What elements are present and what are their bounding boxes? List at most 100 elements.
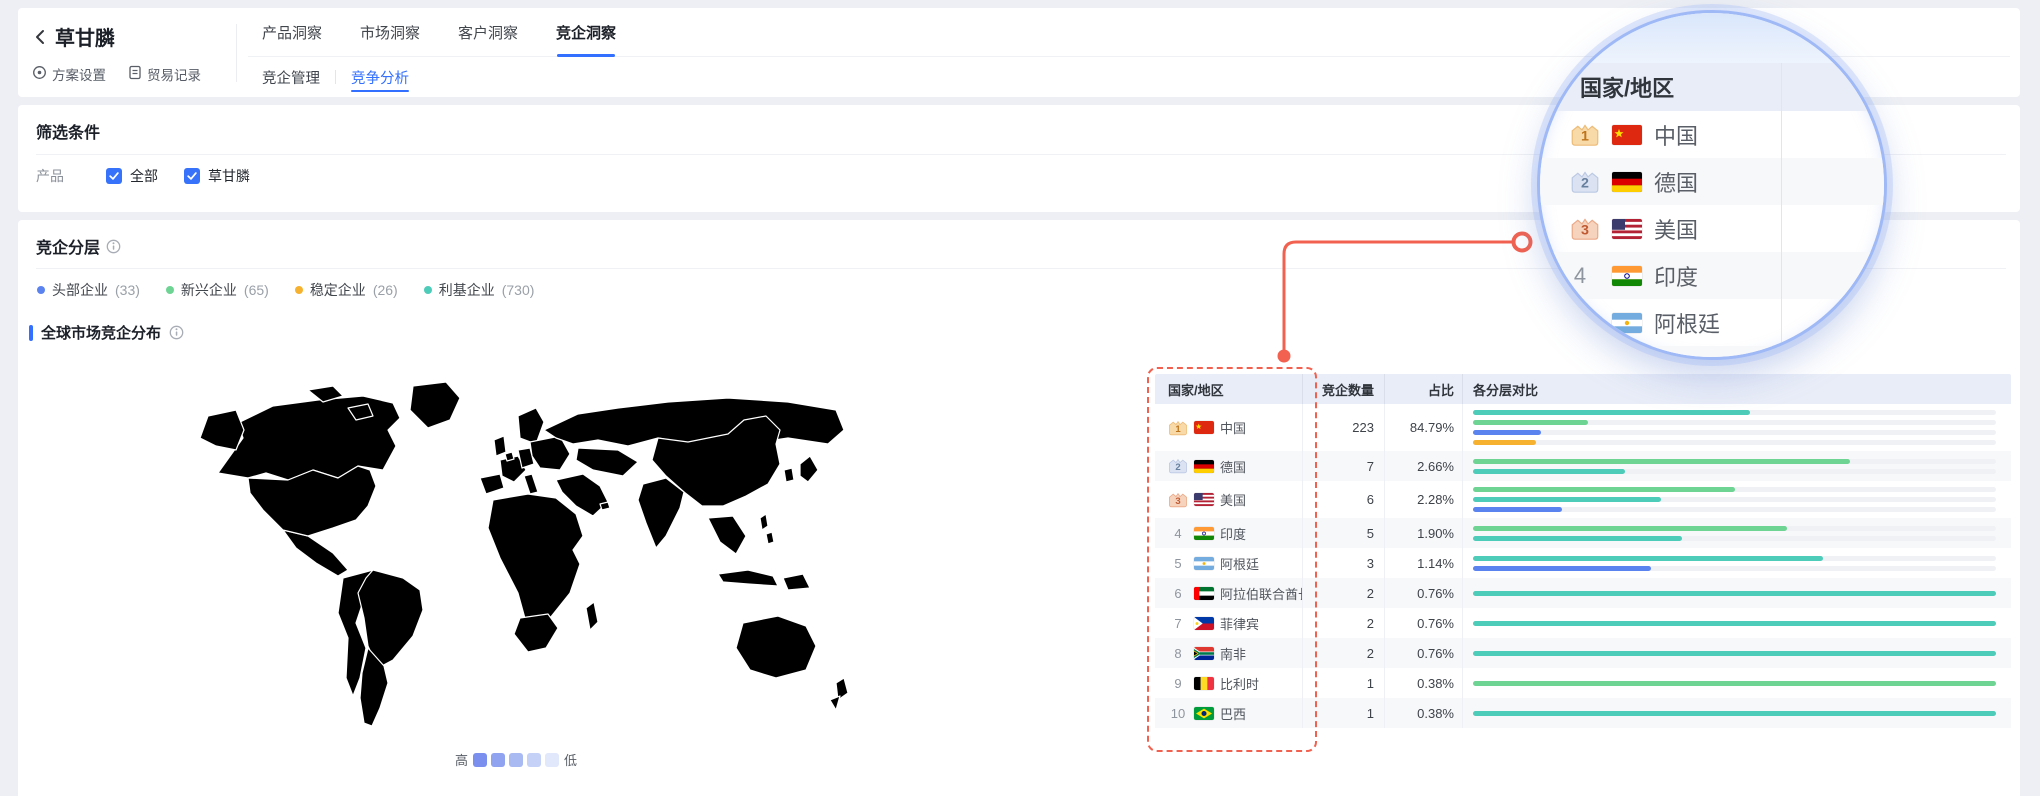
tier-bar-green xyxy=(1473,526,1787,531)
tier-bars xyxy=(1473,675,2011,692)
magnifier-rank: 3 xyxy=(1570,217,1608,241)
tier-legend-item: 利基企业 (730) xyxy=(424,280,535,300)
magnifier-rank: 4 xyxy=(1570,263,1608,289)
table-row[interactable]: 5阿根廷31.14% xyxy=(1155,548,2011,578)
tab-2[interactable]: 客户洞察 xyxy=(458,8,518,56)
rank-number: 4 xyxy=(1168,526,1188,541)
svg-text:3: 3 xyxy=(1581,222,1589,238)
flag-icon-ar xyxy=(1194,557,1214,570)
flag-icon-de xyxy=(1612,172,1642,192)
table-row[interactable]: 7菲律宾20.76% xyxy=(1155,608,2011,638)
tier-bar-green xyxy=(1473,487,1735,492)
magnifier-row: 3 美国 xyxy=(1540,205,1884,252)
svg-text:2: 2 xyxy=(1581,175,1589,191)
magnifier-row: 1中国 xyxy=(1540,111,1884,158)
cell-bars xyxy=(1463,638,2011,668)
tier-legend-label: 头部企业 xyxy=(52,280,108,300)
flag-icon-cn xyxy=(1194,421,1214,434)
table-row[interactable]: 3美国62.28% xyxy=(1155,481,2011,518)
action-target[interactable]: 方案设置 xyxy=(32,64,106,84)
tier-legend-label: 稳定企业 xyxy=(310,280,366,300)
cell-country: 6阿拉伯联合酋长 xyxy=(1155,578,1303,608)
tier-bars xyxy=(1473,705,2011,722)
bar-track xyxy=(1473,536,1996,541)
tier-bars xyxy=(1473,453,2011,480)
checkbox-checked-icon[interactable] xyxy=(106,168,122,184)
subtab-0[interactable]: 竞企管理 xyxy=(262,57,320,97)
bar-track xyxy=(1473,526,1996,531)
subtab-1[interactable]: 竞争分析 xyxy=(351,57,409,97)
legend-dot-icon xyxy=(295,286,303,294)
flag-icon-ph xyxy=(1194,617,1214,630)
checkbox-option-1[interactable]: 草甘膦 xyxy=(184,166,250,186)
cell-count: 223 xyxy=(1303,404,1385,451)
table-row[interactable]: 2德国72.66% xyxy=(1155,451,2011,481)
map-country-philippines xyxy=(760,514,768,530)
magnifier-country-name: 阿根廷 xyxy=(1654,307,1720,339)
back-button[interactable] xyxy=(32,28,48,46)
distribution-section-title: 全球市场竞企分布 xyxy=(29,322,184,343)
rank-number: 5 xyxy=(1168,556,1188,571)
tier-legend-item: 新兴企业(65) xyxy=(166,280,269,300)
legend-dot-icon xyxy=(166,286,174,294)
map-legend-swatch xyxy=(491,753,505,767)
action-clipboard[interactable]: 贸易记录 xyxy=(128,64,201,84)
tier-legend-count: (33) xyxy=(115,282,140,298)
magnifier-rank: 2 xyxy=(1570,170,1608,194)
column-header-country[interactable]: 国家/地区 xyxy=(1155,374,1303,404)
page-title: 草甘膦 xyxy=(55,22,115,51)
cell-share: 0.76% xyxy=(1385,608,1463,638)
tier-legend-count: (730) xyxy=(502,282,535,298)
magnifier-country-name: 美国 xyxy=(1654,213,1698,245)
info-icon[interactable] xyxy=(106,239,121,254)
table-row[interactable]: 9比利时10.38% xyxy=(1155,668,2011,698)
tier-legend-label: 利基企业 xyxy=(439,280,495,300)
column-header-share[interactable]: 占比 xyxy=(1385,374,1463,404)
subtab-separator xyxy=(335,70,336,84)
country-name: 阿根廷 xyxy=(1220,554,1259,573)
cell-country: 3美国 xyxy=(1155,481,1303,518)
tab-3[interactable]: 竞企洞察 xyxy=(556,8,616,56)
vertical-divider xyxy=(236,24,237,82)
table-row[interactable]: 10巴西10.38% xyxy=(1155,698,2011,728)
country-name: 阿拉伯联合酋长 xyxy=(1220,584,1302,603)
rank-badge-3: 3 xyxy=(1168,492,1188,508)
tier-legend-label: 新兴企业 xyxy=(181,280,237,300)
product-checkbox-group: 全部 草甘膦 xyxy=(106,166,250,186)
tier-bar-teal xyxy=(1473,556,1823,561)
table-row[interactable]: 1中国22384.79% xyxy=(1155,404,2011,451)
tab-1[interactable]: 市场洞察 xyxy=(360,8,420,56)
cell-count: 1 xyxy=(1303,698,1385,728)
cell-share: 1.90% xyxy=(1385,518,1463,548)
world-map[interactable] xyxy=(188,378,868,738)
column-header-count[interactable]: 竞企数量 xyxy=(1303,374,1385,404)
map-country-belgium xyxy=(505,452,514,461)
svg-text:1: 1 xyxy=(1175,423,1181,434)
table-row[interactable]: 4印度51.90% xyxy=(1155,518,2011,548)
info-icon[interactable] xyxy=(169,325,184,340)
svg-text:2: 2 xyxy=(1175,462,1180,473)
cell-bars xyxy=(1463,578,2011,608)
bar-track xyxy=(1473,420,1996,425)
cell-share: 0.38% xyxy=(1385,698,1463,728)
column-header-tiers[interactable]: 各分层对比 xyxy=(1463,374,2011,404)
rank-badge-1: 1 xyxy=(1570,123,1600,147)
flag-icon-cn xyxy=(1612,125,1642,145)
table-row[interactable]: 8南非20.76% xyxy=(1155,638,2011,668)
table-header-row: 国家/地区 竞企数量 占比 各分层对比 xyxy=(1155,374,2011,404)
table-body: 1中国22384.79%2德国72.66%3美国62.28%4印度51.90%5… xyxy=(1155,404,2011,728)
svg-text:3: 3 xyxy=(1175,495,1180,506)
map-country-usa xyxy=(248,466,376,536)
checkbox-checked-icon[interactable] xyxy=(184,168,200,184)
legend-low-label: 低 xyxy=(564,750,577,769)
rank-number: 10 xyxy=(1168,706,1188,721)
tier-bar-blue xyxy=(1473,566,1651,571)
tier-bars xyxy=(1473,520,2011,547)
country-name: 印度 xyxy=(1220,524,1246,543)
table-row[interactable]: 6阿拉伯联合酋长20.76% xyxy=(1155,578,2011,608)
product-filter-row: 产品 全部草甘膦 xyxy=(36,166,250,186)
rank-number: 4 xyxy=(1570,263,1590,289)
cell-count: 2 xyxy=(1303,608,1385,638)
checkbox-option-0[interactable]: 全部 xyxy=(106,166,158,186)
tab-0[interactable]: 产品洞察 xyxy=(262,8,322,56)
